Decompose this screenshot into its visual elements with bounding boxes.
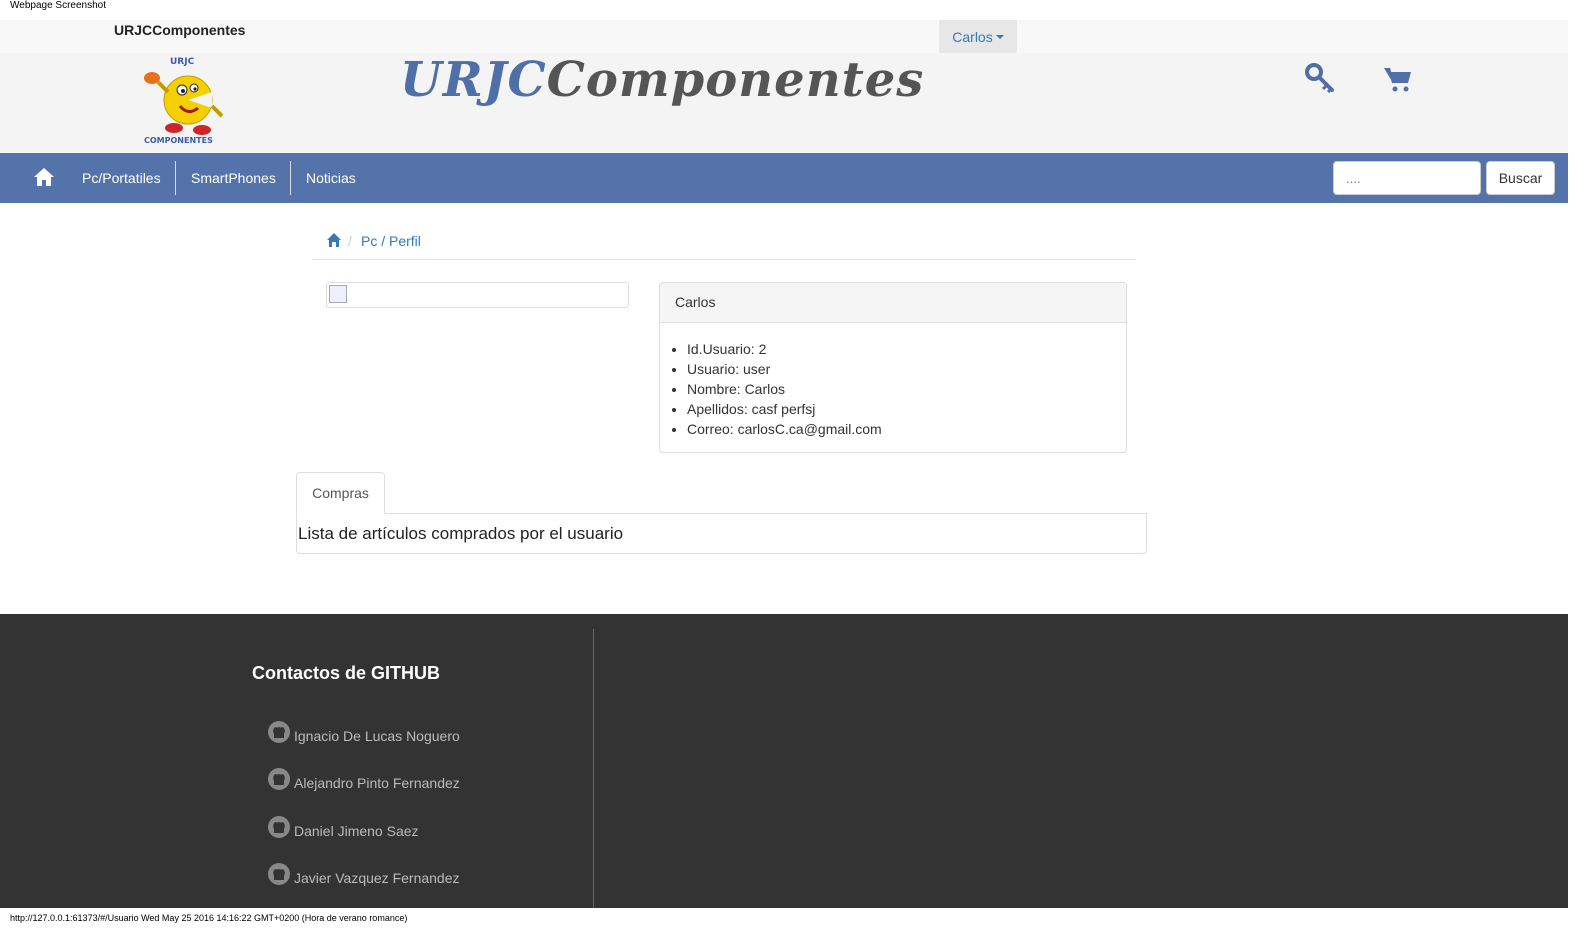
logo-text-top: URJC [170, 57, 195, 67]
github-icon [268, 721, 290, 743]
profile-field-name: Nombre: Carlos [687, 379, 882, 399]
status-bar-url: http://127.0.0.1:61373/#/Usuario Wed May… [10, 913, 408, 923]
breadcrumb [312, 226, 1136, 260]
brand-link[interactable]: URJCComponentes [114, 22, 245, 38]
github-icon [268, 816, 290, 838]
github-icon [268, 768, 290, 790]
search-input[interactable] [1333, 161, 1481, 195]
github-contact-link[interactable]: Javier Vazquez Fernandez [267, 858, 460, 886]
breadcrumb-path-link[interactable]: Pc / Perfil [361, 233, 421, 249]
profile-field-username: Usuario: user [687, 359, 882, 379]
breadcrumb-home-icon[interactable] [326, 232, 342, 248]
site-title: URJCComponentes [400, 52, 924, 108]
home-icon[interactable] [30, 163, 58, 191]
tab-compras[interactable]: Compras [296, 472, 385, 514]
github-contact-link[interactable]: Alejandro Pinto Fernandez [267, 763, 460, 791]
breadcrumb-separator: / [348, 233, 352, 249]
profile-field-surname: Apellidos: casf perfsj [687, 399, 882, 419]
github-contact-link[interactable]: Daniel Jimeno Saez [267, 811, 419, 839]
profile-field-id: Id.Usuario: 2 [687, 339, 882, 359]
user-menu-label: Carlos [952, 28, 993, 45]
github-contact-name: Alejandro Pinto Fernandez [294, 775, 460, 791]
key-icon[interactable] [1304, 62, 1336, 94]
github-contact-name: Ignacio De Lucas Noguero [294, 728, 460, 744]
footer-title: Contactos de GITHUB [252, 663, 441, 683]
pacman-logo: URJC COMPONENTES [144, 57, 224, 145]
logo-text-bottom: COMPONENTES [144, 136, 213, 145]
nav-item-noticias[interactable]: Noticias [290, 161, 371, 195]
github-contact-name: Javier Vazquez Fernandez [294, 870, 460, 886]
tab-content-compras: Lista de artículos comprados por el usua… [296, 513, 1147, 554]
caret-down-icon [995, 34, 1004, 39]
nav-item-pc-portatiles[interactable]: Pc/Portatiles [67, 161, 176, 195]
cart-icon[interactable] [1383, 64, 1413, 94]
github-icon [268, 863, 290, 885]
site-title-part1: URJC [400, 52, 547, 108]
nav-item-smartphones[interactable]: SmartPhones [175, 161, 291, 195]
user-menu-dropdown[interactable]: Carlos [939, 20, 1017, 53]
profile-panel-heading: Carlos [660, 283, 1126, 323]
profile-field-list: Id.Usuario: 2 Usuario: user Nombre: Carl… [687, 339, 882, 439]
footer [0, 614, 1568, 908]
search-button[interactable]: Buscar [1486, 161, 1555, 195]
site-title-part2: Componentes [546, 52, 925, 108]
profile-field-email: Correo: carlosC.ca@gmail.com [687, 419, 882, 439]
screenshot-caption: Webpage Screenshot [10, 0, 106, 11]
github-contact-name: Daniel Jimeno Saez [294, 823, 419, 839]
footer-divider [593, 629, 594, 908]
broken-image-icon [329, 285, 347, 303]
github-contact-link[interactable]: Ignacio De Lucas Noguero [267, 716, 460, 744]
profile-image [326, 282, 629, 308]
